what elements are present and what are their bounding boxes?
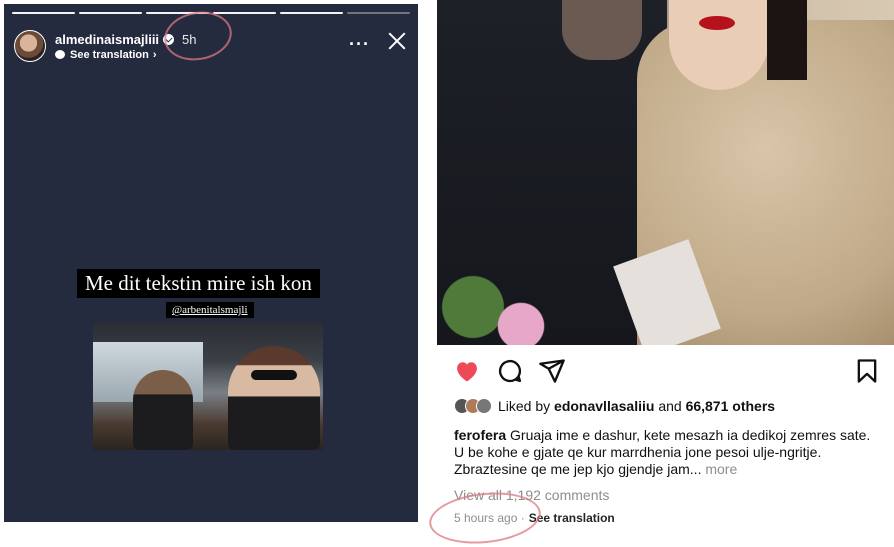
screenshot-root: almedinaismajliii 5h See translation › ·… xyxy=(0,0,894,547)
post-actions xyxy=(437,357,894,387)
progress-segment xyxy=(347,12,410,14)
liked-by-and: and xyxy=(658,398,682,414)
feed-post: Liked by edonavllasaliiu and 66,871 othe… xyxy=(426,0,894,547)
photo-hair xyxy=(767,0,807,80)
liked-by-user[interactable]: edonavllasaliiu xyxy=(554,398,654,414)
bookmark-icon[interactable] xyxy=(853,357,881,385)
likes-row[interactable]: Liked by edonavllasaliiu and 66,871 othe… xyxy=(454,398,775,414)
avatar[interactable] xyxy=(14,30,46,62)
photo-person xyxy=(133,370,193,450)
photo-lips xyxy=(699,16,735,30)
photo-flowers xyxy=(437,250,557,345)
photo-neck xyxy=(562,0,642,60)
heart-icon[interactable] xyxy=(453,357,481,385)
avatar xyxy=(476,398,492,414)
progress-segment xyxy=(12,12,75,14)
story-photo xyxy=(93,322,323,450)
mention-sticker[interactable]: @arbenitalsmajli xyxy=(166,302,254,318)
more-icon[interactable]: ··· xyxy=(349,34,370,55)
story-username[interactable]: almedinaismajliii xyxy=(55,32,159,47)
progress-segment xyxy=(213,12,276,14)
close-icon[interactable] xyxy=(386,30,408,52)
chevron-right-icon: › xyxy=(152,48,157,61)
photo-person xyxy=(228,346,320,450)
comment-icon[interactable] xyxy=(496,357,524,385)
translate-bubble-icon xyxy=(55,50,65,59)
post-caption: ferofera Gruaja ime e dashur, kete mesaz… xyxy=(454,427,879,478)
see-translation-label: See translation xyxy=(70,48,149,61)
liked-by-others[interactable]: 66,871 others xyxy=(686,398,776,414)
liked-by-prefix: Liked by xyxy=(498,398,551,414)
photo-sunglasses xyxy=(251,370,297,380)
liked-by-avatars xyxy=(454,398,492,414)
story-viewer: almedinaismajliii 5h See translation › ·… xyxy=(4,4,418,522)
share-icon[interactable] xyxy=(538,357,566,385)
caption-username[interactable]: ferofera xyxy=(454,427,506,443)
caption-text: Gruaja ime e dashur, kete mesazh ia dedi… xyxy=(454,427,871,477)
post-photo[interactable] xyxy=(437,0,894,345)
progress-segment xyxy=(79,12,142,14)
progress-segment xyxy=(280,12,343,14)
see-translation-link[interactable]: See translation xyxy=(529,511,615,525)
caption-more-link[interactable]: more xyxy=(705,461,737,477)
story-text-sticker: Me dit tekstin mire ish kon xyxy=(77,269,320,298)
